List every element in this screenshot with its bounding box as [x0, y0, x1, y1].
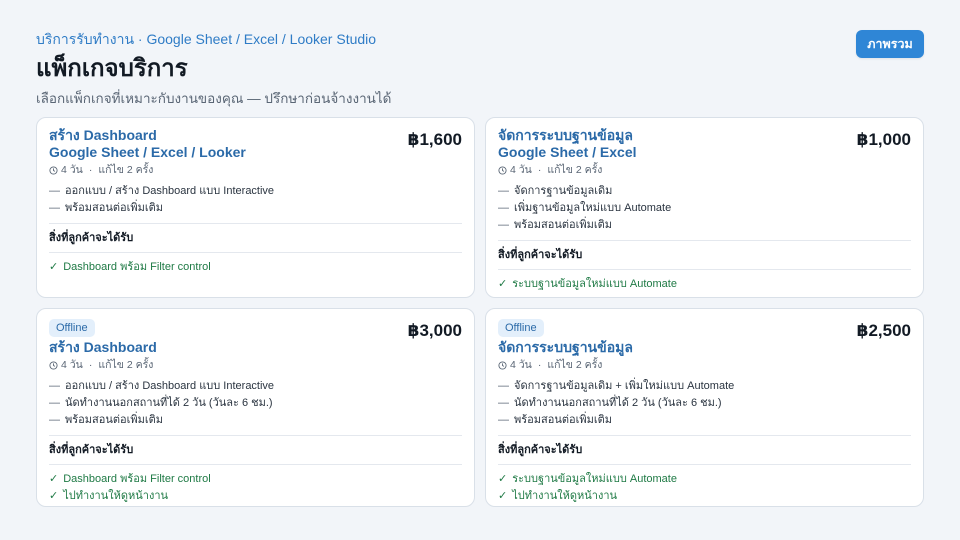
feature-list: — จัดการฐานข้อมูลเดิม + เพิ่มใหม่แบบ Auto…: [498, 378, 911, 429]
check-icon: ✓: [49, 261, 59, 273]
feature-item: — เพิ่มฐานข้อมูลใหม่แบบ Automate: [498, 202, 672, 214]
overview-button[interactable]: ภาพรวม: [856, 30, 924, 58]
package-card-dashboard-offline[interactable]: Offline สร้าง Dashboard ฿3,000 4 วัน · แ…: [36, 308, 475, 507]
meta-separator: ·: [537, 359, 542, 371]
meta-separator: ·: [537, 164, 542, 176]
deliverable-item: ✓ ไปทำงานให้ดูหน้างาน: [49, 488, 462, 505]
feature-item: — พร้อมสอนต่อเพิ่มเติม: [498, 414, 613, 426]
clock-icon: [49, 360, 58, 370]
package-meta: 4 วัน · แก้ไข 2 ครั้ง: [49, 163, 462, 177]
package-meta: 4 วัน · แก้ไข 2 ครั้ง: [49, 358, 462, 372]
divider: [498, 269, 911, 270]
package-duration: 4 วัน: [510, 164, 532, 176]
service-kicker: บริการรับทำงาน · Google Sheet / Excel / …: [36, 31, 377, 47]
check-icon: ✓: [498, 490, 508, 502]
package-revisions: แก้ไข 2 ครั้ง: [98, 164, 154, 176]
divider: [49, 223, 462, 224]
clock-icon: [498, 165, 507, 175]
package-title: จัดการระบบฐานข้อมูล: [498, 339, 911, 356]
feature-item: — นัดทำงานนอกสถานที่ได้ 2 วัน (วันละ 6 ชม…: [49, 397, 273, 409]
package-price: ฿2,500: [856, 321, 911, 340]
deliverable-item: ✓ ระบบฐานข้อมูลใหม่แบบ Automate: [498, 276, 911, 293]
feature-item: — นัดทำงานนอกสถานที่ได้ 2 วัน (วันละ 6 ชม…: [498, 397, 722, 409]
meta-separator: ·: [88, 164, 93, 176]
package-revisions: แก้ไข 2 ครั้ง: [547, 359, 603, 371]
package-duration: 4 วัน: [510, 359, 532, 371]
package-card-database[interactable]: จัดการระบบฐานข้อมูล Google Sheet / Excel…: [485, 117, 924, 298]
check-icon: ✓: [49, 490, 59, 502]
package-duration: 4 วัน: [61, 359, 83, 371]
package-title: จัดการระบบฐานข้อมูล Google Sheet / Excel: [498, 127, 911, 161]
package-price: ฿3,000: [407, 321, 462, 340]
feature-list: — ออกแบบ / สร้าง Dashboard แบบ Interactiv…: [49, 378, 462, 429]
feature-item: — ออกแบบ / สร้าง Dashboard แบบ Interactiv…: [49, 185, 275, 197]
deliverables-heading: สิ่งที่ลูกค้าจะได้รับ: [498, 444, 583, 456]
deliverables-heading: สิ่งที่ลูกค้าจะได้รับ: [49, 232, 134, 244]
package-title: สร้าง Dashboard Google Sheet / Excel / L…: [49, 127, 462, 161]
clock-icon: [49, 165, 58, 175]
meta-separator: ·: [88, 359, 93, 371]
divider: [49, 464, 462, 465]
divider: [49, 252, 462, 253]
deliverable-list: ✓ Dashboard พร้อม Filter control ✓ ไปทำงาน…: [49, 471, 462, 505]
deliverable-list: ✓ ระบบฐานข้อมูลใหม่แบบ Automate ✓ ไปทำงานใ…: [498, 471, 911, 505]
deliverable-item: ✓ Dashboard พร้อม Filter control: [49, 471, 462, 488]
page-subtitle: เลือกแพ็กเกจที่เหมาะกับงานของคุณ — ปรึกษ…: [36, 91, 392, 106]
offline-badge: Offline: [498, 319, 544, 337]
package-title-line2: Google Sheet / Excel / Looker: [49, 144, 246, 160]
package-title-line1: สร้าง Dashboard: [49, 339, 157, 355]
feature-list: — ออกแบบ / สร้าง Dashboard แบบ Interactiv…: [49, 183, 462, 217]
package-revisions: แก้ไข 2 ครั้ง: [98, 359, 154, 371]
feature-item: — จัดการฐานข้อมูลเดิม: [498, 185, 613, 197]
package-title-line1: จัดการระบบฐานข้อมูล: [498, 339, 633, 355]
page-header: บริการรับทำงาน · Google Sheet / Excel / …: [36, 30, 924, 110]
clock-icon: [498, 360, 507, 370]
divider: [49, 435, 462, 436]
package-title: สร้าง Dashboard: [49, 339, 462, 356]
divider: [498, 435, 911, 436]
package-price: ฿1,600: [407, 130, 462, 149]
feature-item: — พร้อมสอนต่อเพิ่มเติม: [498, 219, 613, 231]
package-card-dashboard[interactable]: สร้าง Dashboard Google Sheet / Excel / L…: [36, 117, 475, 298]
package-revisions: แก้ไข 2 ครั้ง: [547, 164, 603, 176]
package-title-line2: Google Sheet / Excel: [498, 144, 637, 160]
offline-badge: Offline: [49, 319, 95, 337]
deliverable-item: ✓ Dashboard พร้อม Filter control: [49, 259, 462, 276]
deliverable-item: ✓ ระบบฐานข้อมูลใหม่แบบ Automate: [498, 471, 911, 488]
divider: [498, 464, 911, 465]
package-duration: 4 วัน: [61, 164, 83, 176]
feature-item: — พร้อมสอนต่อเพิ่มเติม: [49, 202, 164, 214]
package-title-line1: จัดการระบบฐานข้อมูล: [498, 127, 633, 143]
page-title: แพ็กเกจบริการ: [36, 55, 188, 82]
package-title-line1: สร้าง Dashboard: [49, 127, 157, 143]
divider: [498, 240, 911, 241]
feature-item: — จัดการฐานข้อมูลเดิม + เพิ่มใหม่แบบ Auto…: [498, 380, 735, 392]
package-meta: 4 วัน · แก้ไข 2 ครั้ง: [498, 358, 911, 372]
package-meta: 4 วัน · แก้ไข 2 ครั้ง: [498, 163, 911, 177]
deliverable-list: ✓ Dashboard พร้อม Filter control: [49, 259, 462, 276]
deliverables-heading: สิ่งที่ลูกค้าจะได้รับ: [49, 444, 134, 456]
check-icon: ✓: [498, 473, 508, 485]
deliverables-heading: สิ่งที่ลูกค้าจะได้รับ: [498, 249, 583, 261]
check-icon: ✓: [49, 473, 59, 485]
feature-item: — พร้อมสอนต่อเพิ่มเติม: [49, 414, 164, 426]
feature-list: — จัดการฐานข้อมูลเดิม — เพิ่มฐานข้อมูลใหม่…: [498, 183, 911, 234]
package-price: ฿1,000: [856, 130, 911, 149]
check-icon: ✓: [498, 278, 508, 290]
feature-item: — ออกแบบ / สร้าง Dashboard แบบ Interactiv…: [49, 380, 275, 392]
package-card-database-offline[interactable]: Offline จัดการระบบฐานข้อมูล ฿2,500 4 วัน…: [485, 308, 924, 507]
deliverable-list: ✓ ระบบฐานข้อมูลใหม่แบบ Automate: [498, 276, 911, 293]
deliverable-item: ✓ ไปทำงานให้ดูหน้างาน: [498, 488, 911, 505]
